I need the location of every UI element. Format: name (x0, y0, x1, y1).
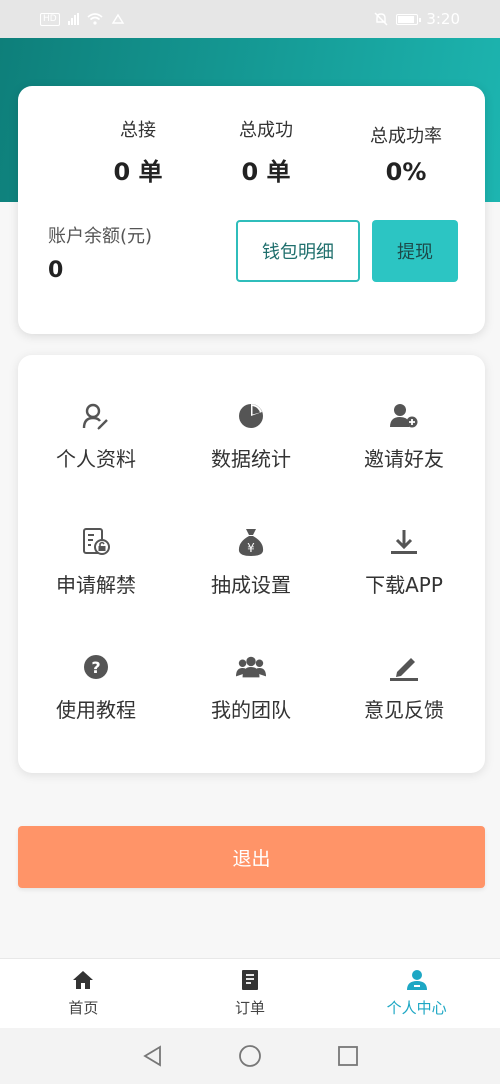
hd-badge: HD (40, 12, 60, 26)
notification-icon (111, 13, 124, 24)
tab-orders[interactable]: 订单 (167, 959, 334, 1028)
status-time: 3:20 (426, 10, 460, 28)
add-user-icon (389, 401, 419, 431)
menu-item-profile[interactable]: 个人资料 (21, 401, 171, 511)
tab-label: 订单 (235, 999, 266, 1017)
withdraw-button[interactable]: 提现 (372, 220, 458, 282)
battery-icon (396, 13, 422, 25)
menu-item-team[interactable]: 我的团队 (176, 652, 326, 762)
team-icon (236, 652, 266, 682)
money-bag-icon: ¥ (236, 527, 266, 557)
menu-item-commission[interactable]: ¥ 抽成设置 (176, 527, 326, 637)
stat-value: 0 单 (113, 158, 163, 186)
home-icon (72, 969, 94, 991)
menu-item-feedback[interactable]: 意见反馈 (329, 652, 479, 762)
stats-card: 总接 0 单 总成功 0 单 总成功率 0% 账户余额(元) 0 钱包明细 提现 (18, 86, 485, 334)
balance-value: 0 (48, 258, 64, 283)
svg-text:¥: ¥ (247, 541, 255, 555)
menu-label: 邀请好友 (364, 447, 444, 471)
bottom-tab-bar: 首页 订单 个人中心 (0, 958, 500, 1028)
status-left: HD (40, 12, 125, 26)
menu-label: 使用教程 (56, 698, 136, 722)
svg-text:?: ? (91, 658, 100, 677)
stat-value: 0% (385, 158, 427, 186)
feedback-pen-icon (389, 652, 419, 682)
home-circle-icon[interactable] (237, 1043, 263, 1069)
status-bar: HD 3:20 (0, 0, 500, 38)
unlock-document-icon (81, 527, 111, 557)
mute-icon (374, 12, 388, 26)
menu-label: 下载APP (365, 573, 443, 597)
menu-item-unban[interactable]: 申请解禁 (21, 527, 171, 637)
stat-success-rate: 总成功率 0% (336, 122, 476, 186)
back-icon[interactable] (139, 1043, 165, 1069)
menu-label: 我的团队 (211, 698, 291, 722)
download-icon (389, 527, 419, 557)
account-balance: 账户余额(元) 0 (48, 222, 152, 283)
stat-label: 总接 (120, 120, 156, 141)
menu-item-download[interactable]: 下载APP (329, 527, 479, 637)
menu-label: 抽成设置 (211, 573, 291, 597)
stat-value: 0 单 (241, 158, 291, 186)
wallet-detail-button[interactable]: 钱包明细 (236, 220, 360, 282)
user-center-icon (406, 969, 428, 991)
tab-label: 个人中心 (386, 999, 447, 1017)
stat-label: 总成功 (239, 120, 293, 141)
menu-item-statistics[interactable]: 数据统计 (176, 401, 326, 511)
order-icon (239, 969, 261, 991)
menu-card: 个人资料 数据统计 邀请好友 申请解禁 ¥ 抽成设置 下载APP ? 使用教程 … (18, 355, 485, 773)
stat-total-orders: 总接 0 单 (88, 116, 188, 187)
logout-button[interactable]: 退出 (18, 826, 485, 888)
system-nav-bar (0, 1028, 500, 1084)
stat-label: 总成功率 (370, 126, 442, 147)
menu-label: 意见反馈 (364, 698, 444, 722)
profile-edit-icon (81, 401, 111, 431)
tab-label: 首页 (68, 999, 99, 1017)
menu-item-invite[interactable]: 邀请好友 (329, 401, 479, 511)
menu-label: 数据统计 (211, 447, 291, 471)
wifi-icon (87, 13, 103, 25)
menu-label: 个人资料 (56, 447, 136, 471)
stat-total-success: 总成功 0 单 (206, 116, 326, 187)
balance-label: 账户余额(元) (48, 226, 153, 247)
tab-home[interactable]: 首页 (0, 959, 167, 1028)
menu-label: 申请解禁 (56, 573, 136, 597)
status-right: 3:20 (374, 10, 460, 28)
tab-user-center[interactable]: 个人中心 (333, 959, 500, 1028)
signal-icon (67, 13, 79, 25)
help-icon: ? (81, 652, 111, 682)
pie-chart-icon (236, 401, 266, 431)
recents-square-icon[interactable] (335, 1043, 361, 1069)
menu-item-tutorial[interactable]: ? 使用教程 (21, 652, 171, 762)
